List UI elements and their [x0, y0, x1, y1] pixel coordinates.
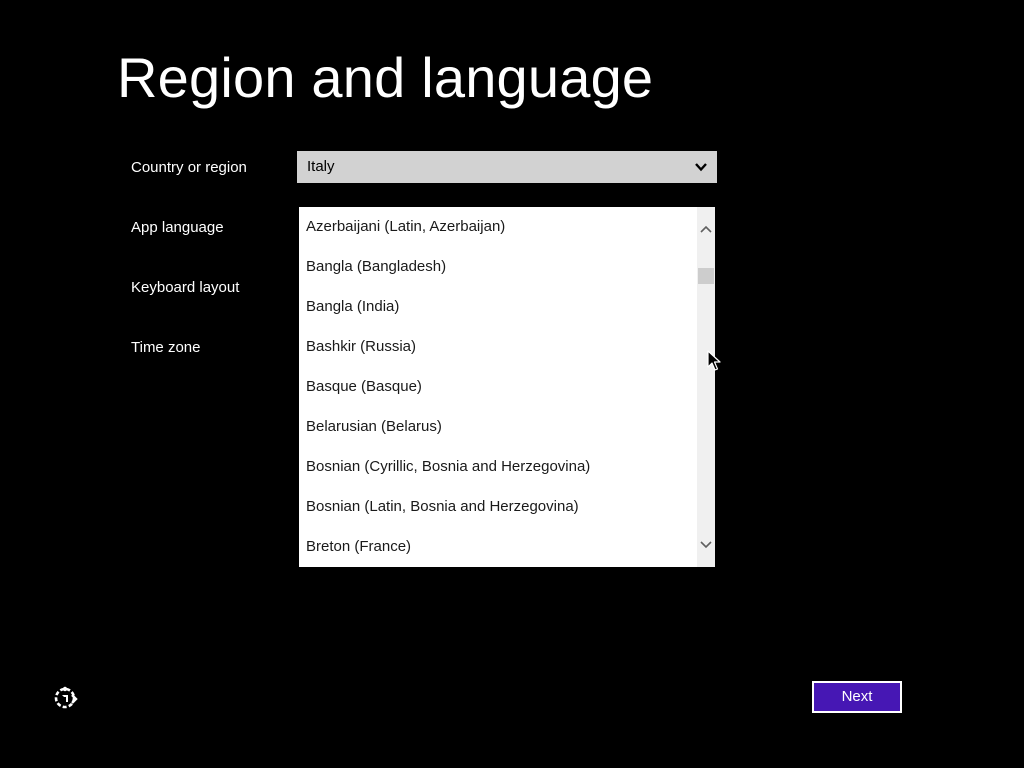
app-language-list[interactable]: Azerbaijani (Latin, Azerbaijan) Bangla (…	[299, 207, 715, 567]
chevron-down-icon	[695, 163, 707, 172]
list-item[interactable]: Azerbaijani (Latin, Azerbaijan)	[299, 207, 697, 247]
time-zone-label: Time zone	[131, 339, 201, 356]
list-item[interactable]: Bangla (Bangladesh)	[299, 247, 697, 287]
country-dropdown-value: Italy	[307, 158, 335, 175]
list-scrollbar[interactable]	[697, 207, 715, 567]
list-item[interactable]: Basque (Basque)	[299, 367, 697, 407]
app-language-items: Azerbaijani (Latin, Azerbaijan) Bangla (…	[299, 207, 697, 567]
keyboard-layout-label: Keyboard layout	[131, 279, 240, 296]
next-button[interactable]: Next	[812, 681, 902, 713]
app-language-label: App language	[131, 219, 224, 236]
list-item[interactable]: Bosnian (Cyrillic, Bosnia and Herzegovin…	[299, 447, 697, 487]
list-item[interactable]: Breton (France)	[299, 527, 697, 567]
scroll-thumb[interactable]	[698, 268, 714, 284]
list-item[interactable]: Bangla (India)	[299, 287, 697, 327]
country-label: Country or region	[131, 159, 247, 176]
list-item[interactable]: Belarusian (Belarus)	[299, 407, 697, 447]
mouse-pointer-icon	[707, 350, 721, 371]
list-item[interactable]: Bosnian (Latin, Bosnia and Herzegovina)	[299, 487, 697, 527]
scroll-down-arrow-icon[interactable]	[697, 535, 715, 555]
country-dropdown[interactable]: Italy	[297, 151, 717, 183]
scroll-up-arrow-icon[interactable]	[697, 219, 715, 239]
page-title: Region and language	[117, 46, 654, 109]
list-item[interactable]: Bashkir (Russia)	[299, 327, 697, 367]
setup-page: Region and language Country or region Ap…	[0, 0, 1024, 768]
ease-of-access-icon[interactable]	[51, 683, 81, 713]
